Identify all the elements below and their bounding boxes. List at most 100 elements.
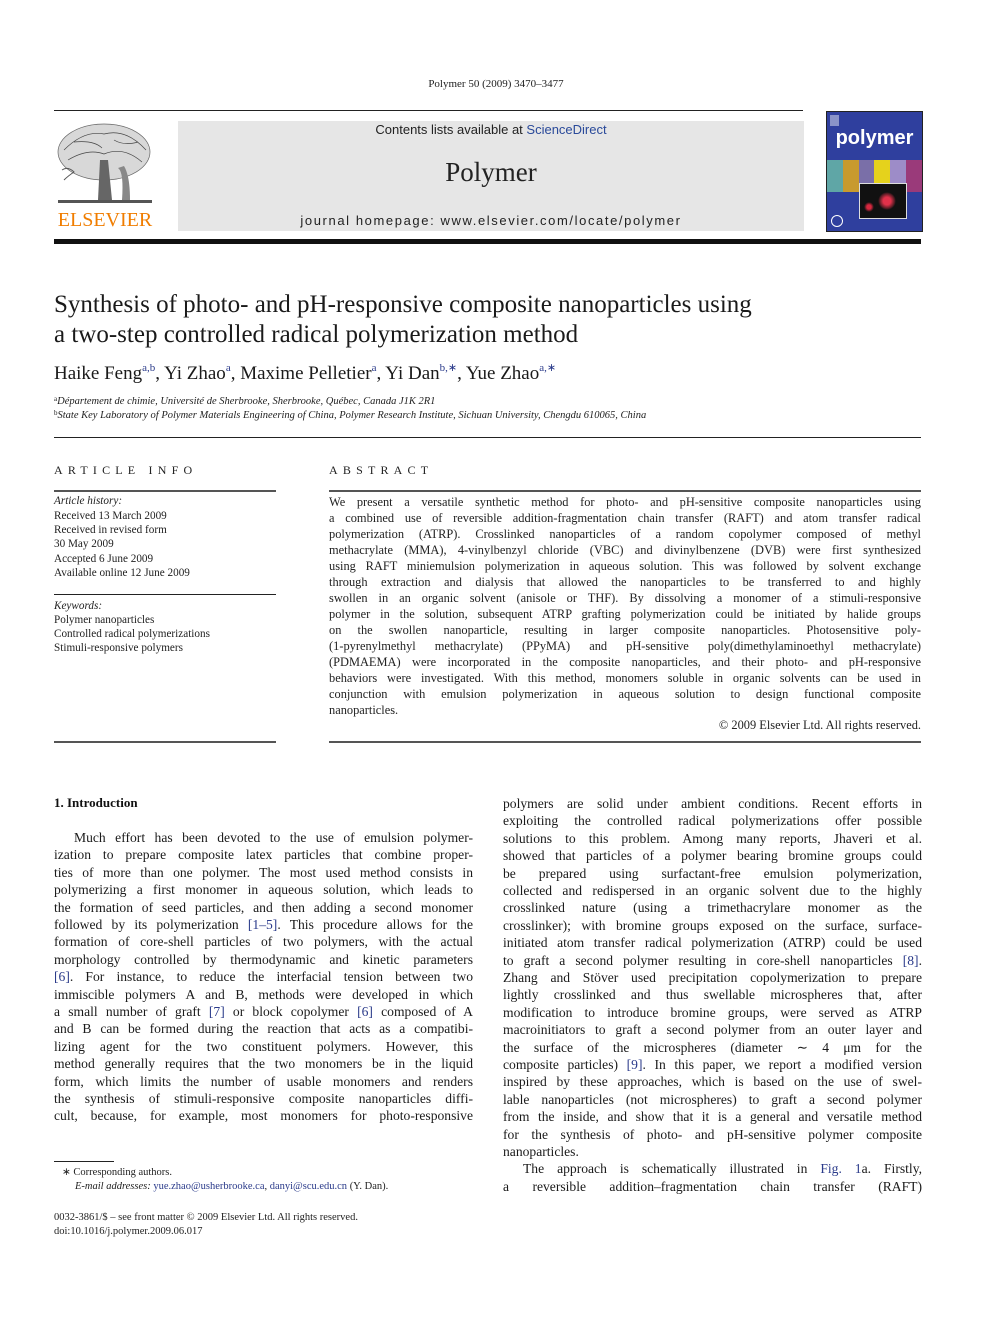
body-text-line: polymers are solid under ambient conditi… <box>503 796 922 811</box>
author-name[interactable]: Yi Zhao <box>164 363 226 384</box>
body-text-line: followed by its polymerization [1–5]. Th… <box>54 917 473 932</box>
body-text-line: collected and redispersed in an organic … <box>503 883 922 898</box>
header-thick-rule <box>54 239 921 244</box>
journal-homepage-link[interactable]: journal homepage: www.elsevier.com/locat… <box>178 213 804 228</box>
history-item: 30 May 2009 <box>54 538 114 550</box>
email-link[interactable]: yue.zhao@usherbrooke.ca <box>153 1181 264 1192</box>
citation-link[interactable]: [7] <box>209 1004 225 1019</box>
abstract-line: a combined use of reversible addition-fr… <box>329 511 921 525</box>
article-info-bottom-rule <box>54 741 276 743</box>
author-affil-mark[interactable]: a,∗ <box>539 362 556 374</box>
keyword-item[interactable]: Polymer nanoparticles <box>54 613 154 627</box>
elsevier-logo[interactable]: ELSEVIER <box>54 120 156 232</box>
body-text-line: modification to introduce bromine groups… <box>503 1004 922 1020</box>
journal-header-box: Contents lists available at ScienceDirec… <box>178 121 804 231</box>
author-name[interactable]: Yi Dan <box>385 363 439 384</box>
header-rule <box>54 110 803 111</box>
body-text-line: the surface of the microspheres (diamete… <box>503 1039 922 1055</box>
body-text-line: be prepared using surfactant-free emulsi… <box>503 865 922 881</box>
elsevier-tree-icon <box>57 123 152 203</box>
abstract-line: methacrylate (MMA), 4-vinylbenzyl chlori… <box>329 543 921 557</box>
abstract-line: polymerization (ATRP). Crosslinked nanop… <box>329 527 921 541</box>
email-link[interactable]: danyi@scu.edu.cn <box>270 1181 347 1192</box>
body-text-line: crosslinker); with bromine groups expose… <box>503 917 922 933</box>
abstract-line: (PDMAEMA) were incorporated in the compo… <box>329 655 921 669</box>
title-line: Synthesis of photo- and pH-responsive co… <box>54 291 752 318</box>
footnote-rule <box>54 1161 114 1162</box>
contents-availability: Contents lists available at ScienceDirec… <box>178 122 804 137</box>
body-text-line: formation of core-shell particles of two… <box>54 934 473 950</box>
body-text-line: the formation of seed particles, and the… <box>54 899 473 915</box>
body-text-line: ties of more than one polymer. The most … <box>54 864 473 880</box>
introduction-heading: 1. Introduction <box>54 795 138 810</box>
body-text-line: Much effort has been devoted to the use … <box>74 830 473 845</box>
citation-link[interactable]: [6] <box>357 1004 373 1019</box>
body-text-line: form, which limits the number of usable … <box>54 1073 473 1089</box>
cover-badge-icon <box>831 215 843 227</box>
sciencedirect-link[interactable]: ScienceDirect <box>526 122 606 137</box>
abstract-line: nanoparticles. <box>329 703 399 717</box>
author-list: Haike Fenga,b, Yi Zhaoa, Maxime Pelletie… <box>54 362 557 384</box>
citation-link[interactable]: [6] <box>54 969 70 984</box>
body-text-line: [6]. For instance, to reduce the interfa… <box>54 969 473 985</box>
body-text-line: crosslinked nature (using a trimethacryl… <box>503 900 922 916</box>
body-text-line: composite particles) [9]. In this paper,… <box>503 1057 923 1072</box>
body-text-line: lable nanoparticles (not microspheres) t… <box>503 1091 922 1107</box>
journal-cover-thumbnail[interactable]: polymer <box>826 111 923 232</box>
affiliation-a: aDépartement de chimie, Université de Sh… <box>54 395 435 407</box>
journal-citation: Polymer 50 (2009) 3470–3477 <box>428 78 564 90</box>
author-affil-mark[interactable]: a,b <box>142 362 155 374</box>
email-addresses: E-mail addresses: yue.zhao@usherbrooke.c… <box>75 1181 388 1192</box>
author-name[interactable]: Haike Feng <box>54 363 142 384</box>
email-suffix: (Y. Dan). <box>347 1181 389 1192</box>
title-line: a two-step controlled radical polymeriza… <box>54 321 579 348</box>
body-text-line: cult, because, for example, most monomer… <box>54 1108 473 1124</box>
contents-prefix: Contents lists available at <box>375 122 527 137</box>
front-matter-note: 0032-3861/$ – see front matter © 2009 El… <box>54 1212 358 1223</box>
article-title: Synthesis of photo- and pH-responsive co… <box>54 290 854 350</box>
citation-link[interactable]: [1–5] <box>248 917 277 932</box>
body-text-line: ization to prepare composite latex parti… <box>54 847 473 863</box>
body-text-line: Zhang and Stöver used precipitation copo… <box>503 970 922 985</box>
article-info-rule <box>54 490 276 492</box>
abstract-line: behaviors were investigated. With this m… <box>329 671 921 685</box>
body-text-line: the synthesis of stimuli-responsive comp… <box>54 1091 473 1106</box>
author-affil-mark[interactable]: b,∗ <box>440 362 457 374</box>
body-text-line: nanoparticles. <box>503 1144 579 1159</box>
keyword-item[interactable]: Controlled radical polymerizations <box>54 627 210 641</box>
author-name[interactable]: Yue Zhao <box>466 363 539 384</box>
body-text-line: to graft a second polymer resulting in c… <box>503 952 922 968</box>
keywords-rule <box>54 594 276 595</box>
body-text-line: initiated atom transfer radical polymeri… <box>503 935 922 951</box>
citation-link[interactable]: [8] <box>903 953 919 968</box>
body-text-line: morphology controlled by thermodynamic a… <box>54 951 473 967</box>
abstract-rule <box>329 490 921 492</box>
author-affil-mark[interactable]: a <box>372 362 377 374</box>
body-text-line: from the inside, and show that it is a g… <box>503 1109 922 1125</box>
author-affil-mark[interactable]: a <box>226 362 231 374</box>
abstract-line: on the swollen nanoparticle, resulting i… <box>329 623 921 637</box>
corresponding-authors-note: ∗ Corresponding authors. <box>62 1167 172 1178</box>
abstract-copyright: © 2009 Elsevier Ltd. All rights reserved… <box>718 718 921 732</box>
body-text-line: method generally requires that the two m… <box>54 1056 473 1072</box>
affiliation-text: State Key Laboratory of Polymer Material… <box>57 410 647 421</box>
doi[interactable]: doi:10.1016/j.polymer.2009.06.017 <box>54 1226 202 1237</box>
article-info-heading: ARTICLE INFO <box>54 463 198 477</box>
body-text-line: and B can be formed during the reaction … <box>54 1021 473 1037</box>
body-text-line: lizing agent for the two constituent pol… <box>54 1038 473 1054</box>
body-text-line: inspired by these approaches, which is b… <box>503 1074 922 1090</box>
figure-link[interactable]: Fig. 1 <box>820 1161 861 1176</box>
abstract-line: conjunction with emulsion polymerization… <box>329 687 921 701</box>
journal-name: Polymer <box>445 157 537 187</box>
author-name[interactable]: Maxime Pelletier <box>240 363 371 384</box>
keyword-item[interactable]: Stimuli-responsive polymers <box>54 641 183 655</box>
abstract-bottom-rule <box>329 741 921 743</box>
body-text-line: macroinitiators to graft a second polyme… <box>503 1022 922 1038</box>
body-text-line: polymerizing a first monomer in aqueous … <box>54 882 473 898</box>
abstract-line: polymer in the solution, subsequent ATRP… <box>329 607 921 621</box>
history-item: Accepted 6 June 2009 <box>54 553 154 565</box>
abstract-line: We present a versatile synthetic method … <box>329 495 921 509</box>
citation-link[interactable]: [9] <box>627 1057 643 1072</box>
body-text-line: exploiting the controlled radical polyme… <box>503 813 922 829</box>
body-text-line: showed that particles of a polymer beari… <box>503 848 922 864</box>
